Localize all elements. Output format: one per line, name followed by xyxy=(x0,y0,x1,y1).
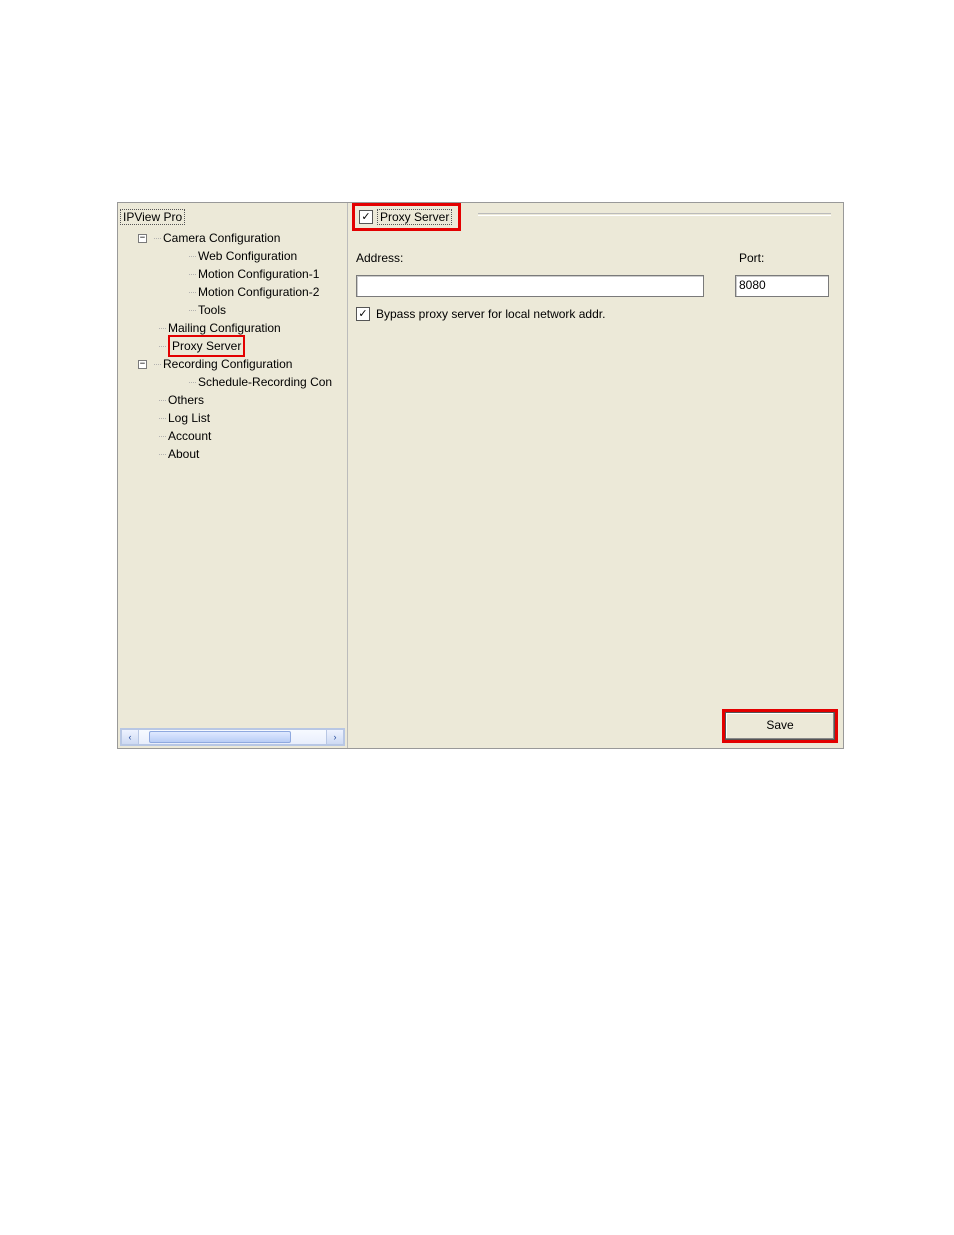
tree-item-camera-config[interactable]: − ···· Camera Configuration xyxy=(118,229,347,247)
tree-label: Motion Configuration-2 xyxy=(198,283,319,301)
tree-label: Proxy Server xyxy=(168,335,245,357)
tree-item-about[interactable]: ···· About xyxy=(118,445,347,463)
horizontal-scrollbar[interactable]: ‹ › xyxy=(120,728,345,746)
tree-item-proxy[interactable]: ···· Proxy Server xyxy=(118,337,347,355)
tree-item-web-config[interactable]: ···· Web Configuration xyxy=(118,247,347,265)
scroll-right-button[interactable]: › xyxy=(326,729,344,745)
scroll-thumb[interactable] xyxy=(149,731,291,743)
settings-dialog: IPView Pro − ···· Camera Configuration ·… xyxy=(117,202,844,749)
scroll-left-button[interactable]: ‹ xyxy=(121,729,139,745)
tree-label: Others xyxy=(168,391,204,409)
tree-label: Tools xyxy=(198,301,226,319)
tree-item-motion-1[interactable]: ···· Motion Configuration-1 xyxy=(118,265,347,283)
nav-tree: − ···· Camera Configuration ···· Web Con… xyxy=(118,229,347,728)
proxy-server-checkbox[interactable]: ✓ xyxy=(359,210,373,224)
tree-item-schedule-recording[interactable]: ···· Schedule-Recording Con xyxy=(118,373,347,391)
proxy-server-groupbox-header: ✓ Proxy Server xyxy=(352,203,461,231)
bypass-checkbox[interactable]: ✓ xyxy=(356,307,370,321)
port-label: Port: xyxy=(739,251,829,265)
tree-label: About xyxy=(168,445,199,463)
address-input[interactable] xyxy=(356,275,704,297)
tree-label: Motion Configuration-1 xyxy=(198,265,319,283)
tree-item-recording[interactable]: − ···· Recording Configuration xyxy=(118,355,347,373)
tree-label: Schedule-Recording Con xyxy=(198,373,332,391)
tree-toggle-icon[interactable]: − xyxy=(138,360,147,369)
save-button[interactable]: Save xyxy=(725,712,835,740)
tree-item-tools[interactable]: ···· Tools xyxy=(118,301,347,319)
nav-tree-panel: IPView Pro − ···· Camera Configuration ·… xyxy=(118,203,348,748)
tree-label: Camera Configuration xyxy=(163,229,280,247)
proxy-settings-panel: ✓ Proxy Server Address: Port: 8080 ✓ Byp… xyxy=(348,203,843,748)
tree-item-motion-2[interactable]: ···· Motion Configuration-2 xyxy=(118,283,347,301)
tree-label: Account xyxy=(168,427,211,445)
tree-item-others[interactable]: ···· Others xyxy=(118,391,347,409)
tree-toggle-icon[interactable]: − xyxy=(138,234,147,243)
bypass-row: ✓ Bypass proxy server for local network … xyxy=(356,307,605,321)
tree-label: Recording Configuration xyxy=(163,355,292,373)
groupbox-divider xyxy=(478,213,831,215)
tree-label: Log List xyxy=(168,409,210,427)
proxy-server-label: Proxy Server xyxy=(377,209,452,225)
port-input[interactable]: 8080 xyxy=(735,275,829,297)
tree-item-loglist[interactable]: ···· Log List xyxy=(118,409,347,427)
tree-label: Web Configuration xyxy=(198,247,297,265)
tree-root[interactable]: IPView Pro xyxy=(120,209,185,225)
tree-item-account[interactable]: ···· Account xyxy=(118,427,347,445)
bypass-label: Bypass proxy server for local network ad… xyxy=(376,307,605,321)
scroll-track[interactable] xyxy=(139,729,326,745)
address-label: Address: xyxy=(356,251,403,265)
